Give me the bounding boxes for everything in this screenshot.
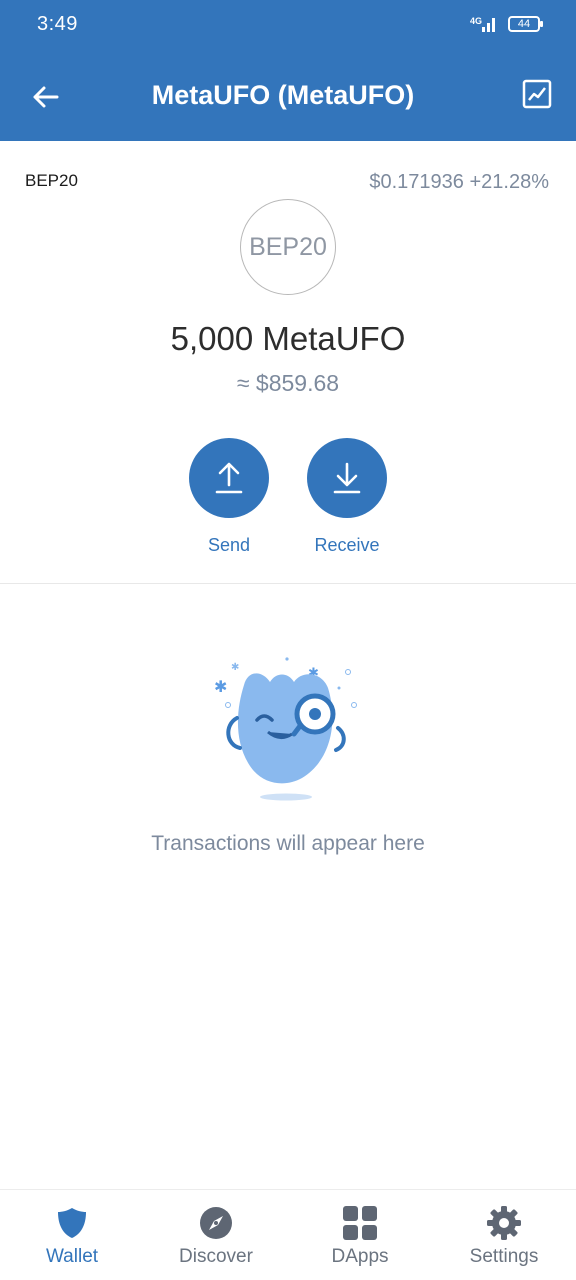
tab-discover[interactable]: Discover: [144, 1190, 288, 1280]
back-button[interactable]: [26, 78, 64, 116]
arrow-left-icon: [33, 86, 59, 108]
battery-icon: 44: [508, 16, 543, 32]
token-balance: 5,000 MetaUFO: [170, 320, 406, 357]
fiat-balance: ≈ $859.68: [236, 370, 340, 396]
chart-icon: [522, 79, 552, 109]
upload-arrow-icon: [215, 462, 243, 494]
empty-transactions-message: Transactions will appear here: [151, 832, 425, 855]
token-network: BEP20: [25, 171, 78, 190]
token-logo-text: BEP20: [249, 232, 327, 261]
send-circle[interactable]: [189, 438, 269, 518]
token-price-value: $0.171936: [369, 171, 464, 193]
svg-text:✱: ✱: [231, 662, 239, 673]
bottom-tab-bar: Wallet Discover DApps Settings: [0, 1189, 576, 1280]
compass-icon: [200, 1207, 232, 1239]
svg-text:✱: ✱: [214, 677, 227, 696]
receive-circle[interactable]: [307, 438, 387, 518]
receive-button[interactable]: Receive: [307, 438, 387, 556]
tab-wallet[interactable]: Wallet: [0, 1190, 144, 1280]
tab-dapps-label[interactable]: DApps: [288, 1246, 432, 1268]
price-chart-button[interactable]: [522, 79, 554, 111]
send-button[interactable]: Send: [189, 438, 269, 556]
gear-icon: [487, 1206, 521, 1240]
page-title: MetaUFO (MetaUFO): [151, 80, 415, 110]
tab-settings-label[interactable]: Settings: [432, 1246, 576, 1268]
status-time: 3:49: [37, 13, 78, 35]
tab-discover-label[interactable]: Discover: [144, 1246, 288, 1268]
tab-wallet-label[interactable]: Wallet: [0, 1246, 144, 1268]
empty-state-mascot-illustration: ✱ ✱ ✱: [214, 657, 357, 801]
network-type-text: 4G: [470, 16, 482, 26]
battery-level: 44: [517, 18, 531, 30]
tab-dapps[interactable]: DApps: [288, 1190, 432, 1280]
app-header: 3:49 4G 44 MetaUFO (MetaUFO): [0, 0, 576, 141]
receive-label[interactable]: Receive: [287, 535, 407, 556]
tab-settings[interactable]: Settings: [432, 1190, 576, 1280]
token-price: $0.171936 +21.28%: [369, 171, 549, 194]
status-icons: 4G 44: [468, 15, 543, 33]
signal-icon: 4G: [470, 16, 495, 32]
send-label[interactable]: Send: [169, 535, 289, 556]
shield-icon: [58, 1208, 86, 1238]
token-logo: BEP20: [240, 199, 336, 295]
download-arrow-icon: [333, 462, 361, 494]
token-price-change: +21.28%: [469, 171, 549, 193]
grid-icon: [343, 1206, 377, 1240]
section-divider: [0, 583, 576, 584]
